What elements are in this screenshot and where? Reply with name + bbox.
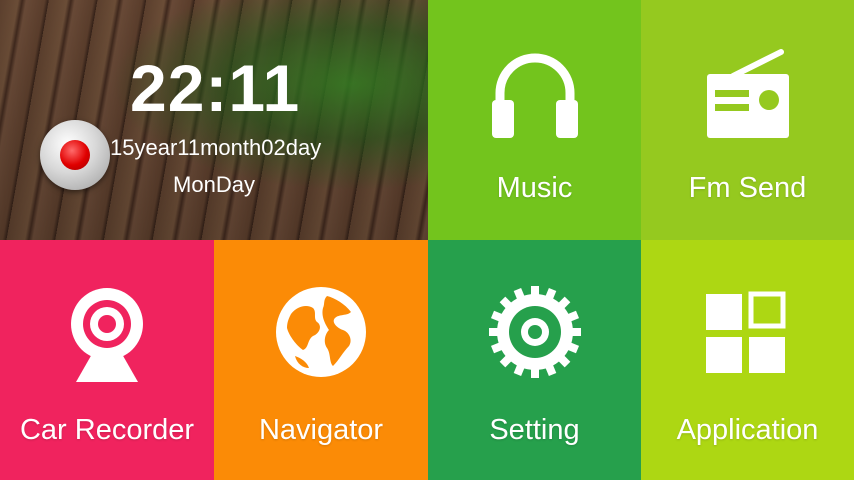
globe-icon [214, 284, 428, 380]
music-label: Music [496, 172, 573, 204]
navigator-tile[interactable]: Navigator [214, 240, 428, 480]
app-grid-icon [641, 284, 854, 380]
fm-send-label: Fm Send [688, 172, 807, 204]
radio-icon [641, 48, 854, 140]
clock-widget: 22:11 15year11month02day MonDay [0, 0, 428, 240]
record-icon [60, 140, 90, 170]
clock-date: 15year11month02day [110, 135, 322, 160]
car-recorder-tile[interactable]: Car Recorder [0, 240, 214, 480]
fm-send-tile[interactable]: Fm Send [641, 0, 854, 240]
music-tile[interactable]: Music [428, 0, 641, 240]
setting-label: Setting [489, 414, 580, 446]
home-launcher: 22:11 15year11month02day MonDay Music Fm… [0, 0, 854, 480]
headphones-icon [428, 48, 641, 140]
application-tile[interactable]: Application [641, 240, 854, 480]
car-recorder-label: Car Recorder [19, 414, 195, 446]
record-button[interactable] [40, 120, 110, 190]
gear-icon [428, 284, 641, 380]
navigator-label: Navigator [258, 414, 384, 446]
clock-time: 22:11 [130, 51, 301, 125]
webcam-icon [0, 284, 214, 384]
application-label: Application [676, 414, 819, 446]
setting-tile[interactable]: Setting [428, 240, 641, 480]
